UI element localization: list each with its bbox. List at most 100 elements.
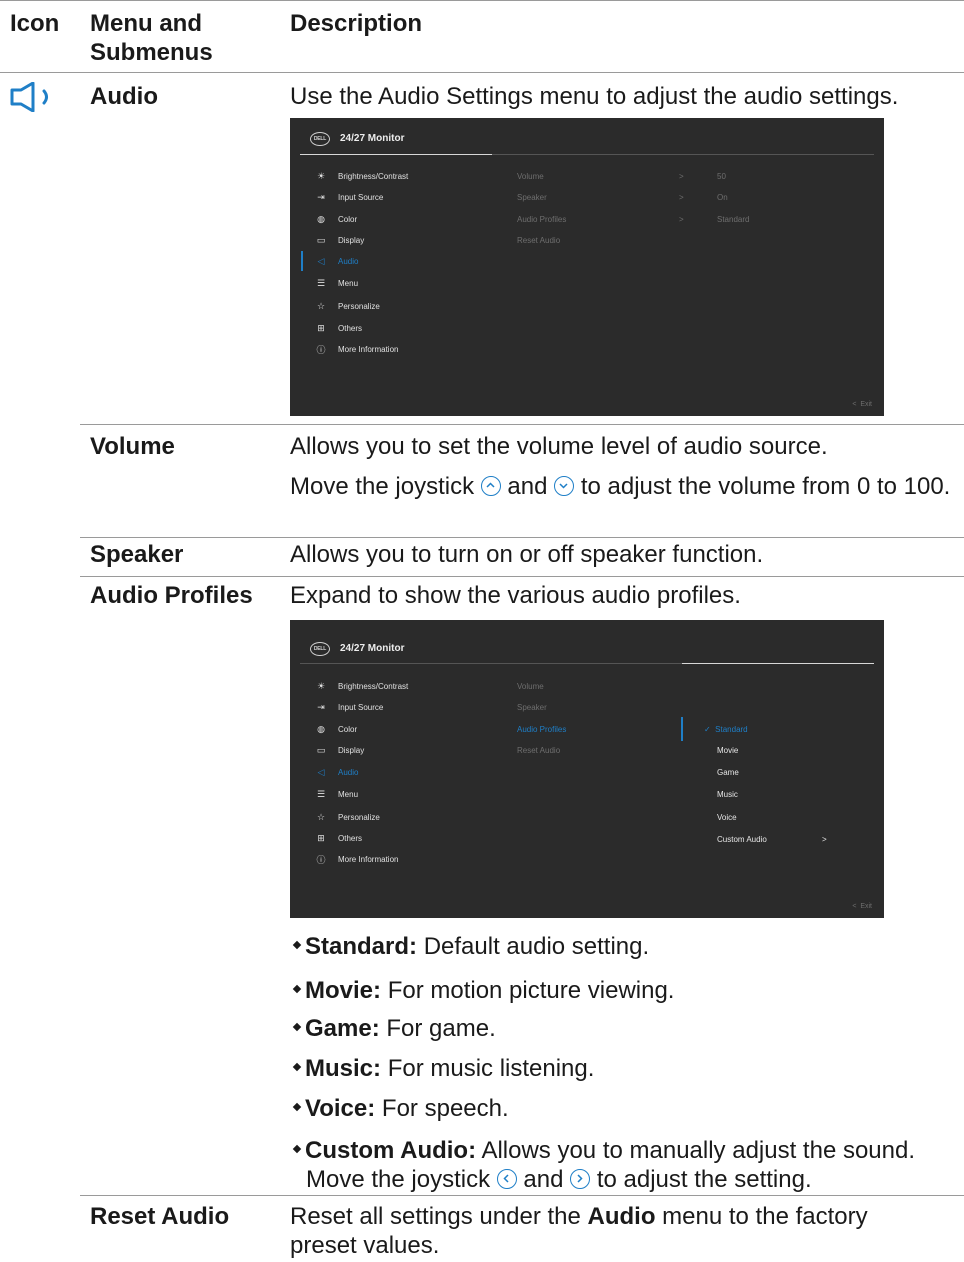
osd-menu-menu: ☰ Menu: [316, 788, 359, 799]
osd-menu-info: ⓘ More Information: [316, 344, 399, 355]
info-icon: ⓘ: [316, 344, 326, 355]
osd-menu-info: ⓘ More Information: [316, 854, 399, 865]
row-rule: [80, 537, 964, 538]
osd-sub-speaker: Speaker: [517, 192, 547, 202]
osd-profile-movie: Movie: [717, 745, 739, 755]
osd-menu-brightness: ☀ Brightness/Contrast: [316, 170, 409, 181]
osd-title-line-dim: [300, 663, 682, 664]
joystick-right-icon: [570, 1169, 591, 1189]
bullet-icon: [292, 940, 302, 950]
audio-profiles-description: Expand to show the various audio profile…: [290, 582, 741, 609]
sun-icon: ☀: [316, 680, 326, 691]
audio-profiles-label: Audio Profiles: [90, 582, 253, 609]
chevron-left-icon: <: [852, 903, 857, 910]
osd-sub-volume: Volume: [517, 681, 544, 691]
display-icon: ▭: [316, 234, 326, 245]
col-header-menu: Menu and Submenus: [90, 10, 213, 66]
palette-icon: ◍: [317, 213, 325, 224]
display-icon: ▭: [316, 744, 326, 755]
osd-sub-profiles: Audio Profiles: [517, 214, 567, 224]
custom-audio-joystick-description: Move the joystick and to adjust the sett…: [306, 1166, 812, 1193]
osd-profile-music: Music: [717, 789, 738, 799]
osd-menu-brightness: ☀ Brightness/Contrast: [316, 680, 409, 691]
osd-sub-reset: Reset Audio: [517, 745, 561, 755]
chevron-right-icon: >: [679, 192, 684, 202]
joystick-up-icon: [480, 476, 501, 496]
reset-audio-description: Reset all settings under the Audio menu …: [290, 1203, 868, 1259]
osd-selection-marker: [301, 251, 303, 271]
osd-profile-standard: ✓ Standard: [704, 724, 748, 734]
osd-sub-profiles: Audio Profiles: [517, 724, 567, 734]
osd-screenshot-audio: DELL 24/27 Monitor ☀ Brightness/Contrast …: [290, 118, 884, 416]
bullet-icon: [292, 984, 302, 994]
osd-menu-menu: ☰ Menu: [316, 277, 359, 288]
speaker-icon: ◁: [317, 255, 325, 266]
chevron-right-icon: >: [679, 214, 684, 224]
osd-menu-audio: ◁ Audio: [315, 254, 359, 268]
reset-audio-label: Reset Audio: [90, 1203, 230, 1230]
speaker-label: Speaker: [90, 541, 184, 568]
volume-joystick-description: Move the joystick and to adjust the volu…: [290, 473, 951, 500]
row-rule: [80, 1195, 964, 1196]
others-icon: ⊞: [317, 322, 325, 333]
osd-title: 24/27 Monitor: [340, 133, 405, 144]
osd-menu-color: ◍ Color: [315, 722, 357, 736]
osd-title-line: [682, 663, 874, 664]
audio-description: Use the Audio Settings menu to adjust th…: [290, 83, 899, 110]
chevron-right-icon: >: [679, 171, 684, 181]
osd-sub-speaker: Speaker: [517, 702, 547, 712]
osd-exit: < Exit: [852, 401, 872, 408]
menu-icon: ☰: [316, 788, 326, 799]
speaker-description: Allows you to turn on or off speaker fun…: [290, 541, 764, 568]
speaker-icon: [10, 82, 48, 112]
joystick-left-icon: [496, 1169, 517, 1189]
osd-profile-voice: Voice: [717, 812, 737, 822]
osd-title-line-dim: [492, 154, 874, 155]
top-rule: [0, 0, 964, 1]
profile-bullet-voice: Voice: For speech.: [292, 1094, 954, 1123]
bullet-icon: [292, 1022, 302, 1032]
osd-menu-audio: ◁ Audio: [315, 765, 359, 779]
osd-profile-custom: Custom Audio: [717, 834, 767, 844]
others-icon: ⊞: [317, 832, 325, 843]
audio-label: Audio: [90, 83, 158, 110]
osd-value-profile: Standard: [717, 214, 750, 224]
col-header-icon: Icon: [10, 10, 60, 37]
star-icon: ☆: [316, 811, 326, 822]
header-rule: [0, 72, 964, 73]
chevron-left-icon: <: [852, 401, 857, 408]
chevron-right-icon: >: [822, 834, 827, 844]
profile-bullet-custom: Custom Audio: Allows you to manually adj…: [292, 1136, 954, 1165]
osd-selection-marker: [681, 717, 683, 741]
palette-icon: ◍: [317, 723, 325, 734]
osd-title-line: [300, 154, 492, 155]
osd-exit: < Exit: [852, 903, 872, 910]
input-icon: ⇥: [317, 701, 325, 712]
volume-label: Volume: [90, 433, 175, 460]
osd-sub-volume: Volume: [517, 171, 544, 181]
profile-bullet-game: Game: For game.: [292, 1014, 954, 1043]
osd-menu-others: ⊞ Others: [315, 831, 362, 845]
menu-icon: ☰: [316, 277, 326, 288]
osd-menu-display: ▭ Display: [316, 744, 365, 755]
input-icon: ⇥: [317, 191, 325, 202]
speaker-icon: ◁: [317, 766, 325, 777]
check-icon: ✓: [704, 724, 711, 734]
dell-logo: DELL: [310, 642, 330, 656]
profile-bullet-movie: Movie: For motion picture viewing.: [292, 976, 954, 1005]
osd-menu-input: ⇥ Input Source: [315, 700, 383, 714]
star-icon: ☆: [316, 300, 326, 311]
row-rule: [80, 576, 964, 577]
osd-menu-input: ⇥ Input Source: [315, 190, 383, 204]
row-rule: [80, 424, 964, 425]
dell-logo: DELL: [310, 132, 330, 146]
osd-value-volume: 50: [717, 171, 726, 181]
osd-menu-personalize: ☆ Personalize: [316, 811, 380, 822]
bullet-icon: [292, 1144, 302, 1154]
bullet-icon: [292, 1062, 302, 1072]
joystick-down-icon: [554, 476, 575, 496]
info-icon: ⓘ: [316, 854, 326, 865]
volume-description: Allows you to set the volume level of au…: [290, 433, 828, 460]
osd-menu-color: ◍ Color: [315, 212, 357, 226]
osd-profile-game: Game: [717, 767, 739, 777]
